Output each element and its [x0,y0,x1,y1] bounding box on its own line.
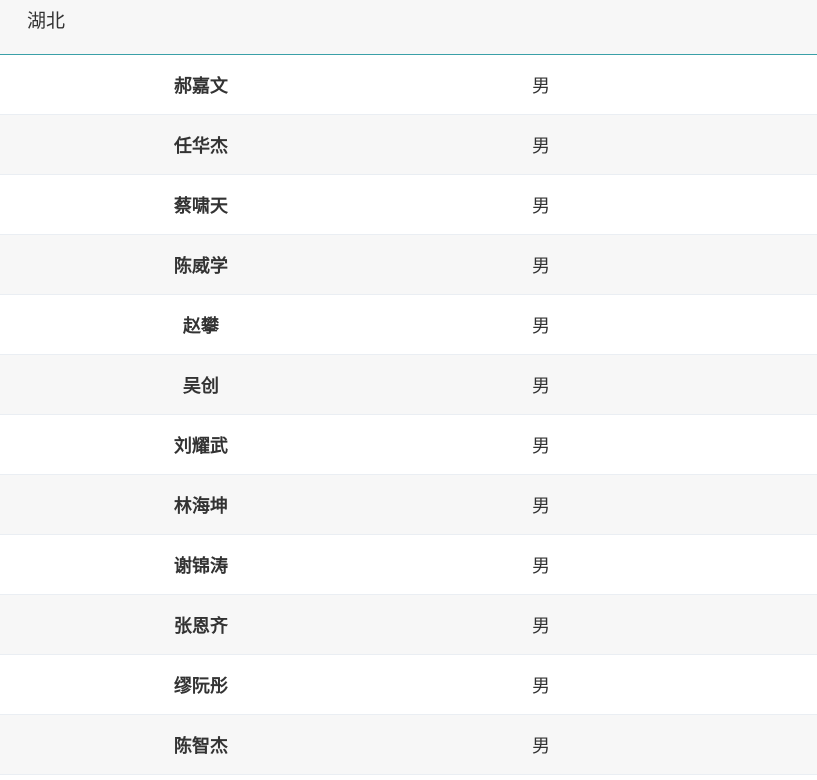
player-name: 陈智杰 [174,735,228,757]
player-name: 谢锦涛 [174,555,228,577]
table-row: 任华杰 男 [0,115,817,175]
panel-header[interactable]: 湖北 [0,0,817,55]
player-table: 郝嘉文 男 任华杰 男 蔡啸天 男 陈威学 男 赵攀 男 吴创 男 刘耀武 男 … [0,55,817,775]
player-gender: 男 [532,555,550,577]
player-name: 林海坤 [174,495,228,517]
player-gender: 男 [532,135,550,157]
player-name: 蔡啸天 [174,195,228,217]
table-row: 张恩齐 男 [0,595,817,655]
table-row: 赵攀 男 [0,295,817,355]
table-row: 缪阮彤 男 [0,655,817,715]
province-title: 湖北 [27,9,66,32]
player-gender: 男 [532,75,550,97]
player-gender: 男 [532,495,550,517]
table-row: 谢锦涛 男 [0,535,817,595]
player-name: 张恩齐 [174,615,228,637]
player-gender: 男 [532,675,550,697]
player-name: 赵攀 [183,315,219,337]
player-name: 郝嘉文 [174,75,228,97]
table-row: 林海坤 男 [0,475,817,535]
table-row: 陈智杰 男 [0,715,817,775]
player-name: 缪阮彤 [174,675,228,697]
player-name: 任华杰 [174,135,228,157]
player-gender: 男 [532,255,550,277]
player-name: 吴创 [183,375,219,397]
table-row: 陈威学 男 [0,235,817,295]
table-row: 郝嘉文 男 [0,55,817,115]
player-gender: 男 [532,435,550,457]
player-name: 刘耀武 [174,435,228,457]
province-panel: 湖北 郝嘉文 男 任华杰 男 蔡啸天 男 陈威学 男 赵攀 男 吴创 男 刘耀武… [0,0,817,780]
player-gender: 男 [532,195,550,217]
table-row: 吴创 男 [0,355,817,415]
table-row: 蔡啸天 男 [0,175,817,235]
player-name: 陈威学 [174,255,228,277]
player-gender: 男 [532,315,550,337]
table-row: 刘耀武 男 [0,415,817,475]
player-gender: 男 [532,615,550,637]
player-gender: 男 [532,375,550,397]
player-gender: 男 [532,735,550,757]
